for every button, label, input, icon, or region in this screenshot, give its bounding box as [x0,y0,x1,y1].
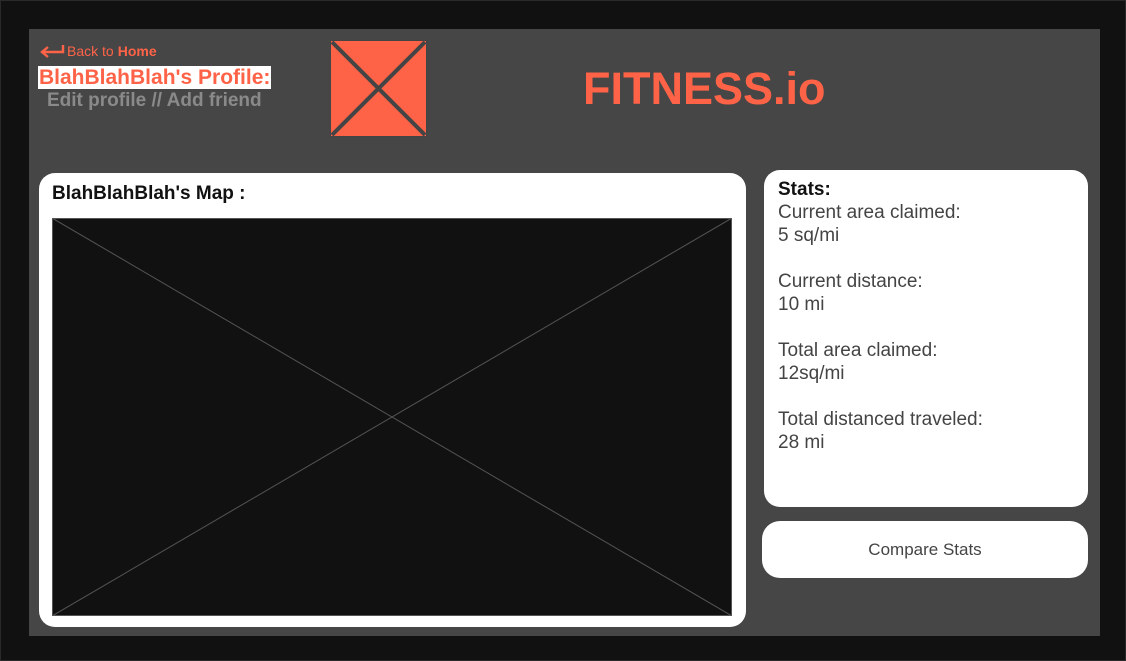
map-card: BlahBlahBlah's Map : [39,173,746,627]
stat-current-area: Current area claimed: 5 sq/mi [778,201,961,247]
brand-logo: FITNESS.io [583,63,826,114]
back-link-home: Home [117,43,157,59]
profile-title: BlahBlahBlah's Profile: [38,66,272,89]
stat-total-area: Total area claimed: 12sq/mi [778,339,937,385]
stats-heading: Stats: [778,179,831,200]
map-view[interactable] [52,218,732,616]
stat-label: Total distanced traveled: [778,409,983,430]
back-link-prefix: Back to [67,43,114,59]
back-to-home-link[interactable]: Back to Home [39,41,157,61]
map-title: BlahBlahBlah's Map : [52,183,246,204]
stat-total-distance: Total distanced traveled: 28 mi [778,408,983,454]
stat-value: 12sq/mi [778,363,845,384]
stat-value: 28 mi [778,432,825,453]
return-arrow-icon [39,43,67,59]
stat-value: 10 mi [778,294,825,315]
image-placeholder-icon [330,40,427,137]
stat-label: Total area claimed: [778,340,938,361]
stat-label: Current area claimed: [778,202,961,223]
stat-value: 5 sq/mi [778,225,840,246]
map-placeholder-icon [52,218,732,616]
main-panel: Back to Home BlahBlahBlah's Profile: Edi… [29,29,1100,636]
stats-card: Stats: Current area claimed: 5 sq/mi Cur… [764,170,1088,507]
stat-current-distance: Current distance: 10 mi [778,270,923,316]
profile-avatar [330,40,427,137]
compare-stats-button[interactable]: Compare Stats [762,521,1088,578]
app-window: Back to Home BlahBlahBlah's Profile: Edi… [0,0,1126,661]
edit-profile-add-friend-link[interactable]: Edit profile // Add friend [47,90,262,112]
stat-label: Current distance: [778,271,923,292]
